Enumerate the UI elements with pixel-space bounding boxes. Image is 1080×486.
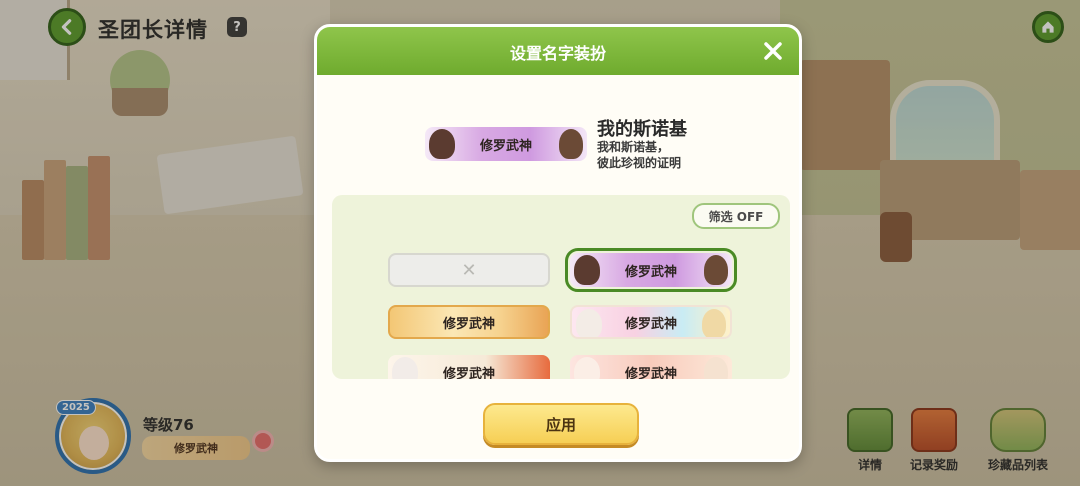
- chibi-right-icon: [559, 129, 583, 159]
- preview-desc-line2: 彼此珍视的证明: [597, 156, 682, 170]
- nameplate-red[interactable]: 修罗武神: [388, 355, 550, 379]
- nameplate-peach[interactable]: 修罗武神: [570, 355, 732, 379]
- close-icon: [764, 42, 782, 60]
- chibi-right-icon: [702, 309, 726, 337]
- nameplate-none[interactable]: ✕: [388, 253, 550, 287]
- close-button[interactable]: [761, 39, 785, 63]
- dialog-header: 设置名字装扮: [317, 27, 799, 75]
- preview-title: 我的斯诺基: [597, 119, 687, 140]
- none-x-icon: ✕: [461, 259, 477, 281]
- preview-desc-line1: 我和斯诺基，: [597, 140, 670, 154]
- preview-nameplate: 修罗武神: [425, 127, 587, 161]
- nameplate-dialog: 设置名字装扮 修罗武神 我的斯诺基 我和斯诺基， 彼此珍视的证明 筛选 OFF …: [314, 24, 802, 462]
- chibi-right-icon: [704, 255, 728, 285]
- nameplate-text: 修罗武神: [442, 316, 495, 332]
- nameplate-text: 修罗武神: [442, 366, 495, 380]
- apply-button[interactable]: 应用: [483, 403, 639, 445]
- filter-toggle[interactable]: 筛选 OFF: [692, 203, 780, 229]
- chibi-right-icon: [704, 357, 728, 379]
- dialog-title: 设置名字装扮: [509, 44, 606, 63]
- nameplate-gold[interactable]: 修罗武神: [388, 305, 550, 339]
- nameplate-list[interactable]: 筛选 OFF ✕ 修罗武神 修罗武神 修罗武神 修罗武神 修罗武神: [332, 195, 790, 379]
- nameplate-purple[interactable]: 修罗武神: [565, 248, 737, 292]
- preview-description: 我和斯诺基， 彼此珍视的证明: [597, 139, 681, 171]
- nameplate-pastel[interactable]: 修罗武神: [570, 305, 732, 339]
